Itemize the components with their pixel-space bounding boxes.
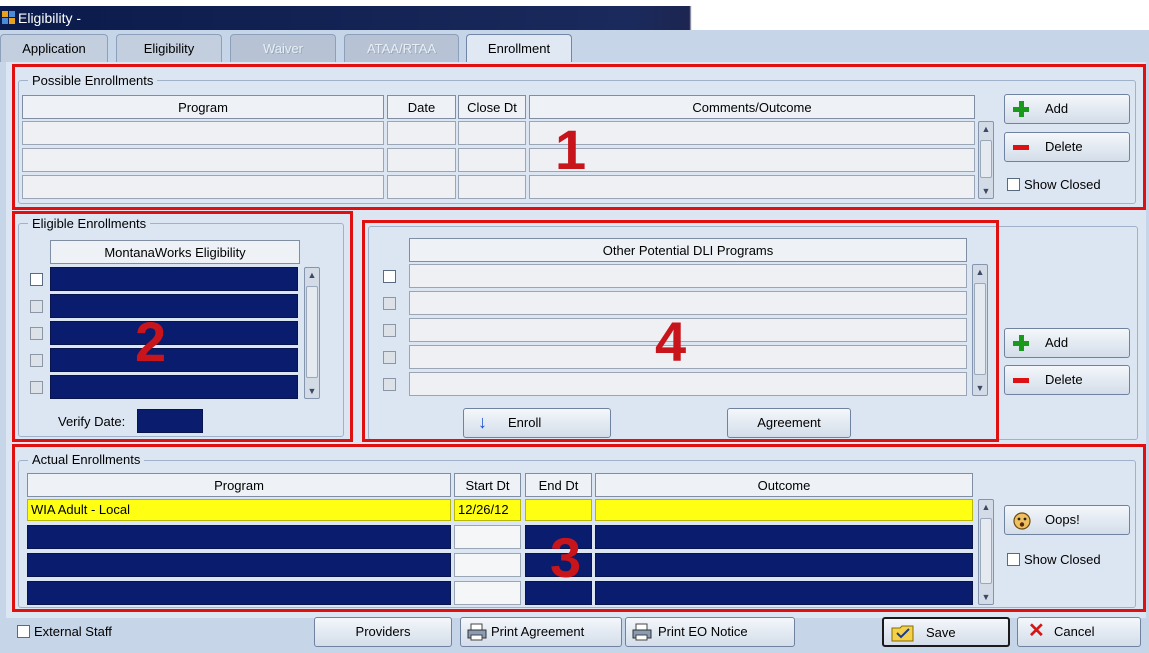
tab-enrollment[interactable]: Enrollment [466,34,572,64]
close-icon: ✕ [1028,620,1045,642]
other-delete-button[interactable]: Delete [1004,365,1130,395]
minus-icon [1013,378,1029,383]
window-title: Eligibility - [18,10,82,26]
annotation-box-4 [362,220,999,442]
tab-waiver: Waiver [230,34,336,62]
printer-icon [467,623,487,641]
external-staff-label: External Staff [34,624,112,639]
tab-eligibility[interactable]: Eligibility [116,34,222,62]
printer-icon [632,623,652,641]
print-eo-notice-button[interactable]: Print EO Notice [625,617,795,647]
other-add-button[interactable]: Add [1004,328,1130,358]
annotation-box-3 [12,444,1146,612]
save-folder-icon [891,625,914,642]
annotation-box-2 [12,211,353,442]
tab-application[interactable]: Application [0,34,108,62]
plus-icon [1013,335,1029,351]
tab-ataa-rtaa: ATAA/RTAA [344,34,459,62]
save-button[interactable]: Save [882,617,1010,647]
cancel-button[interactable]: ✕ Cancel [1017,617,1141,647]
annotation-box-1 [12,64,1146,210]
print-agreement-button[interactable]: Print Agreement [460,617,622,647]
external-staff-checkbox[interactable] [17,625,30,638]
providers-button[interactable]: Providers [314,617,452,647]
tab-bar: Application Eligibility Waiver ATAA/RTAA… [0,34,1149,64]
window-title-bar: Eligibility - [0,6,1149,30]
app-icon [2,11,15,24]
